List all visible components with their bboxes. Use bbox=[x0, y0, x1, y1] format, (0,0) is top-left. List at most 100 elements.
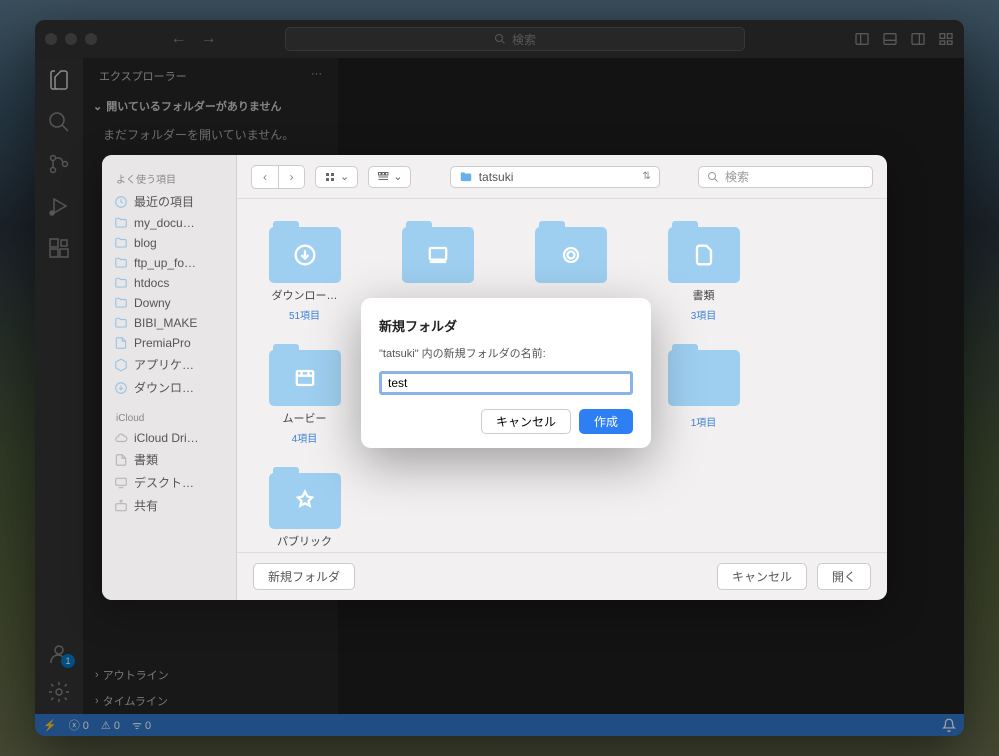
no-folder-section[interactable]: ⌄ 開いているフォルダーがありません bbox=[83, 94, 338, 118]
path-selector[interactable]: tatsuki ⇅ bbox=[450, 166, 660, 188]
cancel-button[interactable]: キャンセル bbox=[717, 563, 807, 590]
folder-item[interactable]: パブリック 1項目 bbox=[257, 473, 352, 552]
sidebar-item[interactable]: iCloud Dri… bbox=[102, 428, 236, 448]
folder-icon bbox=[269, 350, 341, 406]
sidebar-item[interactable]: 書類 bbox=[102, 448, 236, 471]
folder-name-input[interactable] bbox=[379, 371, 633, 395]
folder-icon bbox=[114, 296, 128, 310]
folder-name: パブリック bbox=[277, 533, 332, 549]
finder-footer: 新規フォルダ キャンセル 開く bbox=[237, 552, 887, 600]
new-folder-button[interactable]: 新規フォルダ bbox=[253, 563, 355, 590]
modal-subtitle: "tatsuki" 内の新規フォルダの名前: bbox=[379, 345, 633, 361]
finder-forward-button[interactable]: › bbox=[278, 166, 304, 188]
command-center[interactable]: 検索 bbox=[285, 27, 745, 51]
status-errors[interactable]: ⓧ 0 bbox=[69, 717, 89, 733]
status-ports[interactable]: ᯤ 0 bbox=[132, 718, 151, 733]
search-tab-icon[interactable] bbox=[47, 110, 71, 134]
search-icon bbox=[707, 171, 719, 183]
accounts-icon[interactable] bbox=[47, 642, 71, 666]
sidebar-item[interactable]: PremiaPro bbox=[102, 333, 236, 353]
folder-icon bbox=[668, 350, 740, 406]
finder-nav: ‹ › bbox=[251, 165, 305, 189]
layout-panel-icon[interactable] bbox=[882, 31, 898, 47]
remote-icon[interactable]: ⚡ bbox=[43, 719, 57, 732]
nav-back-icon[interactable]: ← bbox=[171, 30, 187, 48]
sidebar-item-label: my_docu… bbox=[134, 216, 195, 230]
layout-sidebar-right-icon[interactable] bbox=[910, 31, 926, 47]
titlebar-actions bbox=[854, 31, 954, 47]
sidebar-item[interactable]: ftp_up_fo… bbox=[102, 253, 236, 273]
sidebar-item-label: ftp_up_fo… bbox=[134, 256, 196, 270]
outline-section[interactable]: › アウトライン bbox=[83, 662, 338, 688]
sidebar-item[interactable]: my_docu… bbox=[102, 213, 236, 233]
sidebar-item[interactable]: BIBI_MAKE bbox=[102, 313, 236, 333]
status-bar: ⚡ ⓧ 0 ⚠ 0 ᯤ 0 bbox=[35, 714, 964, 736]
sidebar-item-label: アプリケ… bbox=[134, 356, 194, 373]
status-warnings[interactable]: ⚠ 0 bbox=[101, 719, 120, 732]
close-window[interactable] bbox=[45, 33, 57, 45]
customize-layout-icon[interactable] bbox=[938, 31, 954, 47]
path-label: tatsuki bbox=[479, 170, 514, 184]
folder-icon bbox=[114, 256, 128, 270]
folder-icon bbox=[668, 227, 740, 283]
folder-icon bbox=[535, 227, 607, 283]
folder-name: ダウンロー… bbox=[272, 287, 338, 303]
folder-count: 51項目 bbox=[289, 307, 320, 322]
folder-name: 書類 bbox=[693, 287, 715, 303]
source-control-icon[interactable] bbox=[47, 152, 71, 176]
sidebar-item-label: blog bbox=[134, 236, 157, 250]
search-placeholder: 検索 bbox=[512, 31, 536, 48]
sidebar-item-label: 書類 bbox=[134, 451, 158, 468]
sidebar-item-label: デスクト… bbox=[134, 474, 194, 491]
folder-icon bbox=[114, 316, 128, 330]
view-icons-button[interactable]: ⌄ bbox=[315, 166, 358, 188]
sidebar-item[interactable]: アプリケ… bbox=[102, 353, 236, 376]
sidebar-item[interactable]: blog bbox=[102, 233, 236, 253]
folder-item[interactable]: ダウンロー… 51項目 bbox=[257, 227, 352, 322]
desktop-icon bbox=[114, 476, 128, 490]
sidebar-item[interactable]: Downy bbox=[102, 293, 236, 313]
explorer-more-icon[interactable]: ··· bbox=[311, 68, 322, 84]
sidebar-item-label: ダウンロ… bbox=[134, 379, 194, 396]
explorer-header: エクスプローラー ··· bbox=[83, 58, 338, 94]
folder-item[interactable]: 1項目 bbox=[656, 350, 751, 445]
maximize-window[interactable] bbox=[85, 33, 97, 45]
chevron-right-icon: › bbox=[95, 695, 99, 707]
timeline-label: タイムライン bbox=[103, 693, 168, 709]
new-folder-modal: 新規フォルダ "tatsuki" 内の新規フォルダの名前: キャンセル 作成 bbox=[361, 298, 651, 448]
sidebar-item[interactable]: htdocs bbox=[102, 273, 236, 293]
extensions-icon[interactable] bbox=[47, 236, 71, 260]
layout-sidebar-left-icon[interactable] bbox=[854, 31, 870, 47]
icloud-header: iCloud bbox=[102, 409, 236, 428]
timeline-section[interactable]: › タイムライン bbox=[83, 688, 338, 714]
sidebar-item[interactable]: ダウンロ… bbox=[102, 376, 236, 399]
folder-name: ムービー bbox=[283, 410, 327, 426]
nav-arrows: ← → bbox=[171, 30, 217, 48]
explorer-title: エクスプローラー bbox=[99, 68, 187, 84]
explorer-icon[interactable] bbox=[47, 68, 71, 92]
sidebar-item[interactable]: 最近の項目 bbox=[102, 190, 236, 213]
folder-item[interactable]: ムービー 4項目 bbox=[257, 350, 352, 445]
sidebar-item-label: iCloud Dri… bbox=[134, 431, 199, 445]
view-group-button[interactable]: ⌄ bbox=[368, 166, 411, 188]
chevron-right-icon: › bbox=[95, 669, 99, 681]
notifications-icon[interactable] bbox=[942, 718, 956, 732]
sidebar-item[interactable]: 共有 bbox=[102, 494, 236, 517]
nav-forward-icon[interactable]: → bbox=[201, 30, 217, 48]
debug-icon[interactable] bbox=[47, 194, 71, 218]
file-icon bbox=[114, 453, 128, 467]
modal-create-button[interactable]: 作成 bbox=[579, 409, 633, 434]
finder-back-button[interactable]: ‹ bbox=[252, 166, 278, 188]
finder-search[interactable]: 検索 bbox=[698, 166, 873, 188]
sidebar-item[interactable]: デスクト… bbox=[102, 471, 236, 494]
folder-item[interactable]: 書類 3項目 bbox=[656, 227, 751, 322]
minimize-window[interactable] bbox=[65, 33, 77, 45]
modal-cancel-button[interactable]: キャンセル bbox=[481, 409, 571, 434]
folder-count: 4項目 bbox=[292, 430, 318, 445]
folder-icon bbox=[269, 473, 341, 529]
settings-gear-icon[interactable] bbox=[47, 680, 71, 704]
finder-sidebar: よく使う項目 最近の項目my_docu…blogftp_up_fo…htdocs… bbox=[102, 155, 237, 600]
modal-title: 新規フォルダ bbox=[379, 316, 633, 335]
open-button[interactable]: 開く bbox=[817, 563, 871, 590]
finder-toolbar: ‹ › ⌄ ⌄ tatsuki ⇅ 検索 bbox=[237, 155, 887, 199]
